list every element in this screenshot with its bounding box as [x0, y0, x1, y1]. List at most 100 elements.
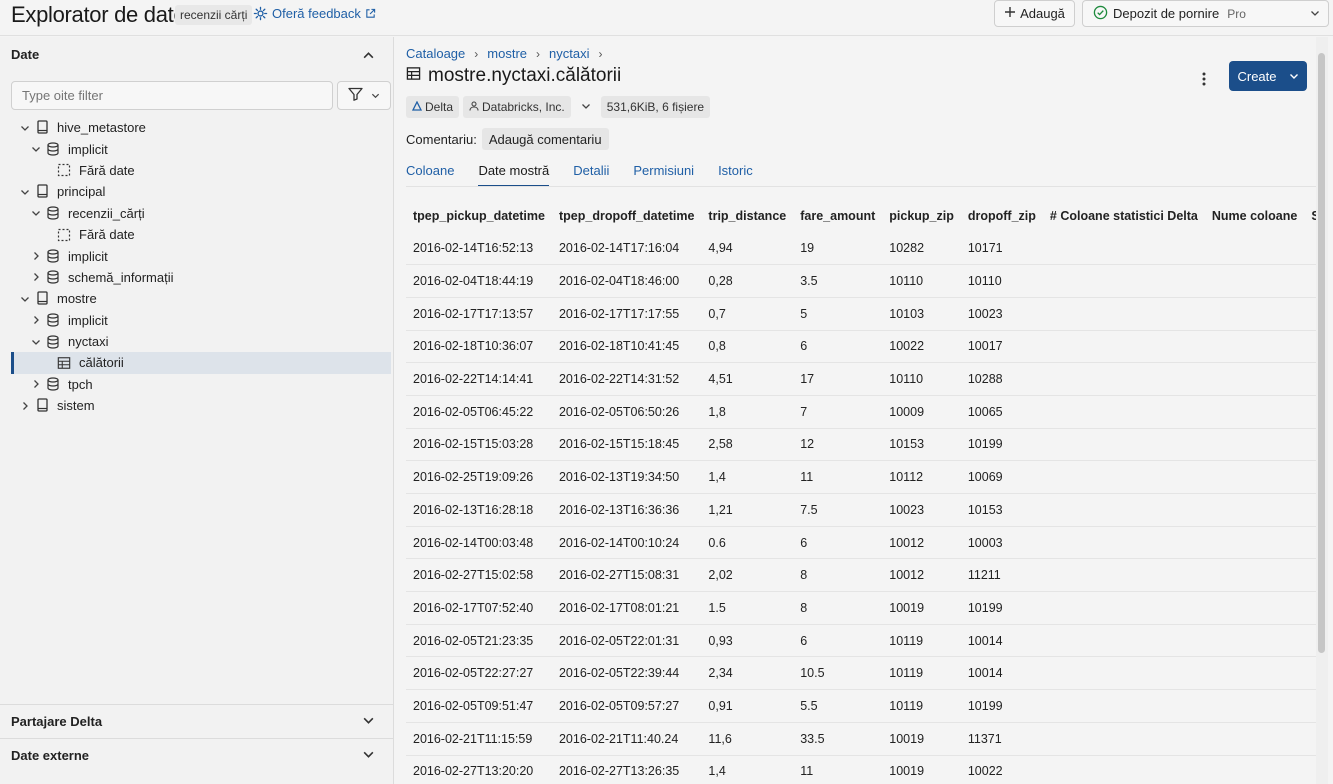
table-cell: 10019: [882, 722, 961, 756]
table-row: 2016-02-04T18:44:19 2016-02-04T18:46:00 0,…: [406, 264, 1316, 298]
tree-node[interactable]: implicit: [11, 310, 391, 331]
tab-details[interactable]: Detalii: [573, 163, 609, 187]
tree-node[interactable]: hive_metastore: [11, 117, 391, 138]
table-row: 2016-02-27T15:02:58 2016-02-27T15:08:31 2,…: [406, 558, 1316, 593]
owner-tag[interactable]: Databricks, Inc.: [463, 96, 571, 118]
breadcrumb-item[interactable]: Cataloage: [406, 46, 465, 61]
database-icon: [44, 142, 62, 156]
column-header[interactable]: Nume coloane: [1204, 200, 1305, 232]
column-header[interactable]: trip_distance: [701, 200, 794, 232]
table-cell: 2016-02-18T10:41:45: [551, 330, 702, 364]
table-cell: 2016-02-25T19:09:26: [406, 460, 552, 494]
tab-sample-data[interactable]: Date mostră: [478, 163, 549, 187]
table-cell: [1204, 330, 1305, 364]
chevron-right-icon[interactable]: [28, 251, 44, 261]
tree-node-label: tpch: [68, 376, 93, 392]
tree-node[interactable]: recenzii_cărți: [11, 203, 391, 224]
table-cell: 10065: [960, 395, 1043, 429]
tree-node[interactable]: tpch: [11, 374, 391, 395]
tab-permissions[interactable]: Permisiuni: [633, 163, 694, 187]
table-cell: [1304, 362, 1316, 396]
tree-node[interactable]: Fără date: [11, 224, 391, 245]
table-cell: 2016-02-13T19:34:50: [551, 460, 702, 494]
table-cell: 3.5: [793, 264, 883, 298]
column-header[interactable]: Selecție coloane: [1304, 200, 1316, 232]
chevron-right-icon[interactable]: [28, 379, 44, 389]
table-cell: 2016-02-27T13:26:35: [551, 755, 702, 784]
tree-node-label: mostre: [57, 291, 97, 307]
chevron-down-icon: [1310, 6, 1320, 21]
column-header[interactable]: tpep_dropoff_datetime: [551, 200, 702, 232]
table-cell: 2016-02-05T06:45:22: [406, 395, 552, 429]
table-cell: 10103: [882, 297, 961, 331]
feedback-link[interactable]: Oferă feedback: [253, 6, 376, 21]
kebab-menu-icon[interactable]: [1201, 71, 1207, 90]
breadcrumb-item[interactable]: nyctaxi: [549, 46, 589, 61]
tab-columns[interactable]: Coloane: [406, 163, 454, 187]
tree-node[interactable]: implicit: [11, 138, 391, 159]
breadcrumb-item[interactable]: mostre: [487, 46, 527, 61]
chevron-down-icon[interactable]: [28, 337, 44, 347]
catalog-chip[interactable]: recenzii cărți: [175, 5, 253, 25]
table-cell: 4,94: [701, 232, 794, 266]
chevron-down-icon[interactable]: [17, 123, 33, 133]
section-delta-sharing[interactable]: Partajare Delta: [0, 704, 394, 738]
add-button[interactable]: Adaugă: [994, 0, 1075, 27]
chevron-down-icon[interactable]: [28, 208, 44, 218]
chevron-up-icon[interactable]: [362, 49, 375, 65]
tabs-divider: [406, 186, 1316, 187]
column-header[interactable]: pickup_zip: [882, 200, 961, 232]
warehouse-selector[interactable]: Depozit de pornire Pro: [1082, 0, 1329, 27]
column-header[interactable]: tpep_pickup_datetime: [406, 200, 552, 232]
table-cell: [1204, 656, 1305, 691]
filter-input[interactable]: [11, 81, 333, 110]
table-cell: 6: [793, 330, 883, 364]
table-row: 2016-02-05T06:45:22 2016-02-05T06:50:26 1,…: [406, 395, 1316, 429]
table-cell: [1304, 689, 1316, 723]
chevron-right-icon[interactable]: [17, 401, 33, 411]
tree-node[interactable]: călătorii: [11, 352, 391, 375]
chevron-right-icon[interactable]: [28, 272, 44, 282]
chevron-down-icon[interactable]: [17, 187, 33, 197]
chevron-down-icon[interactable]: [28, 144, 44, 154]
table-cell: 8: [793, 591, 883, 625]
table-cell: 11371: [960, 722, 1043, 756]
chevron-right-icon: ›: [598, 46, 603, 61]
tree-node[interactable]: mostre: [11, 288, 391, 309]
tree-node[interactable]: principal: [11, 181, 391, 202]
tree-node[interactable]: nyctaxi: [11, 331, 391, 352]
filter-button[interactable]: [337, 81, 391, 110]
column-header[interactable]: dropoff_zip: [960, 200, 1043, 232]
tree-node[interactable]: Fără date: [11, 160, 391, 181]
table-cell: 10009: [882, 395, 961, 429]
tree-node-label: sistem: [57, 398, 95, 414]
chevron-right-icon[interactable]: [28, 315, 44, 325]
table-cell: 10003: [960, 526, 1043, 560]
create-button[interactable]: Create: [1229, 61, 1307, 91]
app-title: Explorator de date: [11, 2, 186, 27]
column-header[interactable]: fare_amount: [793, 200, 883, 232]
chevron-down-icon[interactable]: [17, 294, 33, 304]
table-cell: [1204, 722, 1305, 756]
table-cell: 2016-02-05T09:57:27: [551, 689, 702, 723]
section-external-data[interactable]: Date externe: [0, 738, 394, 772]
table-cell: 0,8: [701, 330, 794, 364]
table-cell: 11: [793, 460, 883, 494]
owner-dropdown[interactable]: [575, 96, 597, 118]
table-cell: [1204, 297, 1305, 331]
tree-node[interactable]: sistem: [11, 395, 391, 416]
table-cell: [1204, 232, 1305, 266]
vertical-scrollbar[interactable]: [1316, 37, 1328, 784]
table-cell: 2016-02-17T07:52:40: [406, 591, 552, 625]
chevron-down-icon: [362, 748, 375, 764]
tree-node[interactable]: schemă_informații: [11, 267, 391, 288]
add-comment-button[interactable]: Adaugă comentariu: [481, 128, 609, 150]
table-cell: 10023: [960, 297, 1043, 331]
tree-node[interactable]: implicit: [11, 245, 391, 266]
column-header[interactable]: # Coloane statistici Delta: [1042, 200, 1205, 232]
database-icon: [44, 334, 62, 349]
scrollbar-thumb[interactable]: [1318, 53, 1325, 653]
table-row: 2016-02-21T11:15:59 2016-02-21T11:40.24 11…: [406, 722, 1316, 756]
table-cell: 10110: [882, 264, 961, 298]
tab-history[interactable]: Istoric: [718, 163, 753, 187]
